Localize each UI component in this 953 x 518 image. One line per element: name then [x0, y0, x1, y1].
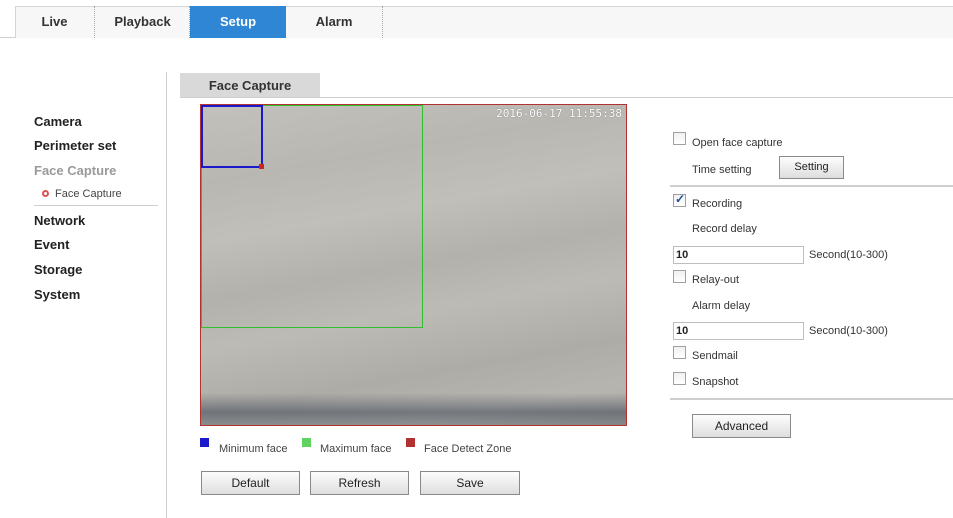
legend-face-detect-zone: Face Detect Zone: [424, 443, 512, 455]
open-face-capture-label: Open face capture: [692, 137, 783, 149]
relay-out-label: Relay-out: [692, 274, 740, 286]
open-face-capture-checkbox[interactable]: [673, 132, 686, 145]
record-delay-input[interactable]: 10: [673, 246, 804, 264]
video-preview[interactable]: 2016-06-17 11:55:38: [200, 104, 627, 426]
alarm-delay-unit: Second(10-300): [809, 325, 888, 337]
face-detect-zone-swatch: [406, 438, 415, 447]
snapshot-checkbox[interactable]: [673, 372, 686, 385]
time-setting-label: Time setting: [692, 164, 752, 176]
time-setting-button[interactable]: Setting: [779, 156, 844, 179]
tab-playback[interactable]: Playback: [96, 6, 190, 38]
minimum-face-box[interactable]: [201, 105, 263, 168]
relay-out-checkbox[interactable]: [673, 270, 686, 283]
save-button[interactable]: Save: [420, 471, 520, 495]
recording-label: Recording: [692, 198, 743, 210]
alarm-delay-label: Alarm delay: [692, 300, 751, 312]
record-delay-unit: Second(10-300): [809, 249, 888, 261]
tab-alarm[interactable]: Alarm: [286, 6, 383, 38]
tab-live[interactable]: Live: [15, 6, 95, 38]
legend-maximum-face: Maximum face: [320, 443, 392, 455]
default-button[interactable]: Default: [201, 471, 300, 495]
minimum-face-swatch: [200, 438, 209, 447]
maximum-face-swatch: [302, 438, 311, 447]
snapshot-label: Snapshot: [692, 376, 739, 388]
app-root: Live Playback Setup Alarm Camera Perimet…: [0, 0, 953, 518]
sidebar-item-network[interactable]: Network: [34, 213, 85, 228]
minimum-face-resize-handle[interactable]: [259, 164, 264, 169]
legend-minimum-face: Minimum face: [219, 443, 288, 455]
sidebar-subitem-label: Face Capture: [55, 188, 122, 200]
sidebar-subitem-face-capture[interactable]: Face Capture: [42, 188, 122, 200]
sidebar-item-perimeter-set[interactable]: Perimeter set: [34, 138, 116, 153]
content-header-line: [180, 97, 953, 98]
record-delay-label: Record delay: [692, 223, 757, 235]
settings-divider-bottom: [670, 398, 953, 400]
video-timestamp: 2016-06-17 11:55:38: [496, 107, 622, 120]
advanced-button[interactable]: Advanced: [692, 414, 791, 438]
bullet-icon: [42, 190, 49, 197]
settings-divider: [670, 185, 953, 187]
sidebar-item-system[interactable]: System: [34, 287, 80, 302]
sendmail-label: Sendmail: [692, 350, 738, 362]
sendmail-checkbox[interactable]: [673, 346, 686, 359]
sidebar-item-camera[interactable]: Camera: [34, 114, 82, 129]
tab-setup[interactable]: Setup: [190, 6, 286, 38]
sidebar-divider: [34, 205, 158, 206]
tab-face-capture[interactable]: Face Capture: [180, 73, 320, 98]
sidebar-vertical-divider: [166, 72, 167, 518]
sidebar-item-storage[interactable]: Storage: [34, 262, 82, 277]
sidebar-item-event[interactable]: Event: [34, 237, 69, 252]
top-nav-bar: Live Playback Setup Alarm: [0, 0, 953, 38]
sidebar-item-face-capture[interactable]: Face Capture: [34, 163, 116, 178]
alarm-delay-input[interactable]: 10: [673, 322, 804, 340]
recording-checkbox[interactable]: [673, 192, 686, 207]
refresh-button[interactable]: Refresh: [310, 471, 409, 495]
